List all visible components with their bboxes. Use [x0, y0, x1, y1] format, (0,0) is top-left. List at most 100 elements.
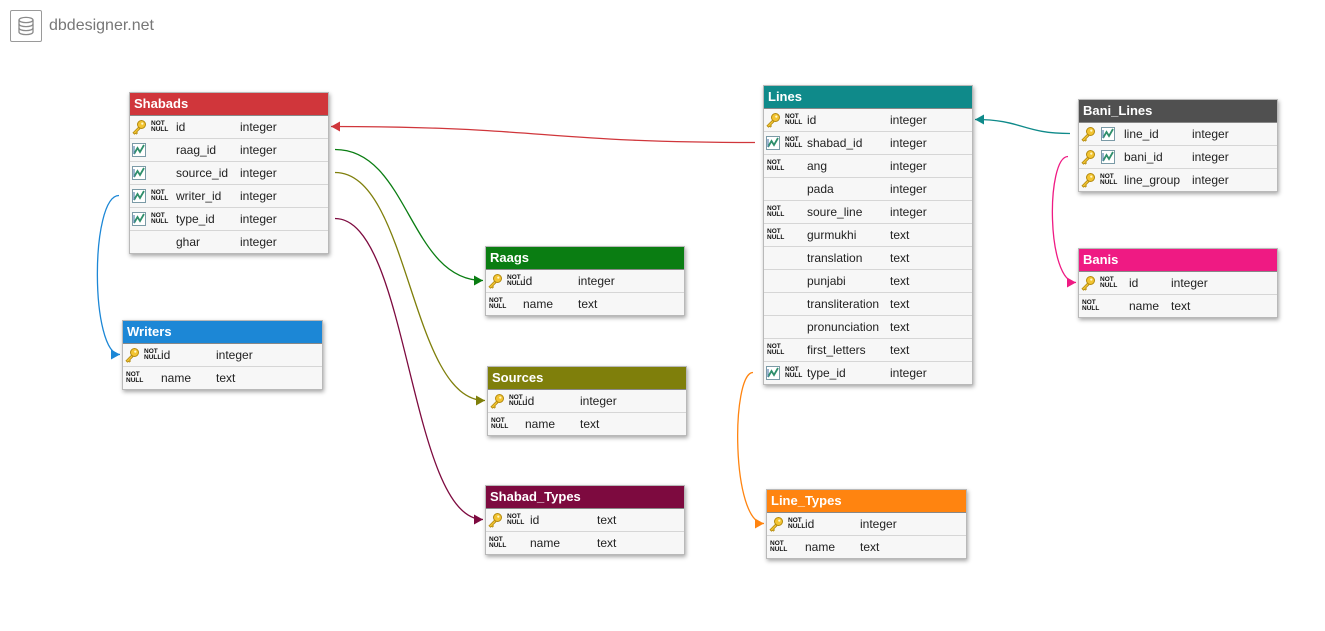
column-row-name[interactable]: NOT NULL name text: [488, 413, 686, 435]
column-type: text: [890, 320, 910, 334]
column-type: integer: [1192, 127, 1229, 141]
not-null-badge: NOT NULL: [151, 212, 169, 225]
not-null-bottom: NULL: [509, 400, 527, 407]
column-row-translation[interactable]: translation text: [764, 247, 972, 270]
relation-line-shabads-type-id: [334, 217, 484, 521]
table-header[interactable]: Writers: [123, 321, 322, 344]
not-null-bottom: NULL: [507, 519, 525, 526]
column-row-bani-id[interactable]: bani_id integer: [1079, 146, 1277, 169]
column-row-name[interactable]: NOT NULL name text: [767, 536, 966, 558]
connector-arrow: [1067, 277, 1076, 288]
not-null-badge: NOT NULL: [1100, 173, 1117, 186]
table-header[interactable]: Bani_Lines: [1079, 100, 1277, 123]
not-null-bottom: NULL: [785, 372, 803, 379]
column-type: text: [890, 228, 910, 242]
column-row-id[interactable]: NOT NULL id integer: [130, 116, 328, 139]
not-null-bottom: NULL: [491, 423, 509, 430]
table-header[interactable]: Shabads: [130, 93, 328, 116]
not-null-bottom: NULL: [507, 280, 525, 287]
primary-key-icon: [487, 273, 503, 292]
table-header[interactable]: Banis: [1079, 249, 1277, 272]
column-row-shabad-id[interactable]: NOT NULL shabad_id integer: [764, 132, 972, 155]
column-row-line-group[interactable]: NOT NULL line_group integer: [1079, 169, 1277, 191]
column-row-soure-line[interactable]: NOT NULL soure_line integer: [764, 201, 972, 224]
relation-line-shabads-source-id: [334, 171, 486, 402]
table-shabad-types[interactable]: Shabad_Types NOT NULL id text NOT NULL name text: [485, 485, 685, 555]
not-null-bottom: NULL: [1100, 282, 1118, 289]
brand-name: dbdesigner.net: [49, 17, 154, 34]
column-row-punjabi[interactable]: punjabi text: [764, 270, 972, 293]
table-shabads[interactable]: Shabads NOT NULL id integer raag_id integer sou…: [129, 92, 329, 254]
column-type: text: [860, 540, 880, 554]
column-row-name[interactable]: NOT NULL name text: [486, 293, 684, 315]
column-row-type-id[interactable]: NOT NULL type_id integer: [130, 208, 328, 231]
column-row-id[interactable]: NOT NULL id integer: [767, 513, 966, 536]
column-row-ghar[interactable]: ghar integer: [130, 231, 328, 253]
column-row-id[interactable]: NOT NULL id integer: [1079, 272, 1277, 295]
table-banis[interactable]: Banis NOT NULL id integer NOT NULL name text: [1078, 248, 1278, 318]
column-row-transliteration[interactable]: transliteration text: [764, 293, 972, 316]
column-row-ang[interactable]: NOT NULL ang integer: [764, 155, 972, 178]
column-type: integer: [240, 143, 277, 157]
column-type: text: [890, 274, 910, 288]
not-null-bottom: NULL: [489, 542, 507, 549]
table-bani-lines[interactable]: Bani_Lines line_id integer bani_id integer NO…: [1078, 99, 1278, 192]
table-line-types[interactable]: Line_Types NOT NULL id integer NOT NULL name tex…: [766, 489, 967, 559]
table-lines[interactable]: Lines NOT NULL id integer NOT NULL shabad_id int…: [763, 85, 973, 385]
column-type: integer: [890, 136, 927, 150]
table-header[interactable]: Shabad_Types: [486, 486, 684, 509]
column-name: name: [523, 297, 554, 311]
column-type: text: [890, 297, 910, 311]
not-null-bottom: NULL: [785, 119, 803, 126]
primary-key-icon: [1080, 275, 1096, 294]
column-type: integer: [240, 235, 277, 249]
column-name: raag_id: [176, 143, 217, 157]
table-header[interactable]: Sources: [488, 367, 686, 390]
column-type: text: [597, 513, 617, 527]
column-row-type-id[interactable]: NOT NULL type_id integer: [764, 362, 972, 384]
column-row-name[interactable]: NOT NULL name text: [1079, 295, 1277, 317]
not-null-badge: NOT NULL: [509, 394, 527, 407]
foreign-key-icon: [131, 165, 147, 184]
column-row-first-letters[interactable]: NOT NULL first_letters text: [764, 339, 972, 362]
relation-line-lines-shabad-id: [330, 125, 756, 144]
column-row-id[interactable]: NOT NULL id integer: [486, 270, 684, 293]
primary-key-icon: [131, 119, 147, 138]
column-row-writer-id[interactable]: NOT NULL writer_id integer: [130, 185, 328, 208]
column-name: id: [807, 113, 817, 127]
connector-arrow: [474, 275, 483, 286]
column-row-raag-id[interactable]: raag_id integer: [130, 139, 328, 162]
foreign-key-icon: [1100, 149, 1116, 168]
column-row-pada[interactable]: pada integer: [764, 178, 972, 201]
not-null-badge: NOT NULL: [785, 366, 803, 379]
table-header[interactable]: Line_Types: [767, 490, 966, 513]
column-type: text: [890, 343, 910, 357]
foreign-key-icon: [131, 211, 147, 230]
column-row-pronunciation[interactable]: pronunciation text: [764, 316, 972, 339]
column-row-name[interactable]: NOT NULL name text: [486, 532, 684, 554]
brand-logo[interactable]: dbdesigner.net: [10, 10, 154, 42]
table-header[interactable]: Raags: [486, 247, 684, 270]
column-type: text: [578, 297, 598, 311]
column-type: text: [890, 251, 910, 265]
column-row-gurmukhi[interactable]: NOT NULL gurmukhi text: [764, 224, 972, 247]
column-name: id: [161, 348, 171, 362]
table-sources[interactable]: Sources NOT NULL id integer NOT NULL name text: [487, 366, 687, 436]
column-row-name[interactable]: NOT NULL name text: [123, 367, 322, 389]
table-raags[interactable]: Raags NOT NULL id integer NOT NULL name text: [485, 246, 685, 316]
column-row-id[interactable]: NOT NULL id integer: [123, 344, 322, 367]
table-writers[interactable]: Writers NOT NULL id integer NOT NULL name text: [122, 320, 323, 390]
not-null-bottom: NULL: [151, 218, 169, 225]
column-type: integer: [240, 212, 277, 226]
table-header[interactable]: Lines: [764, 86, 972, 109]
not-null-bottom: NULL: [489, 303, 507, 310]
column-row-id[interactable]: NOT NULL id integer: [764, 109, 972, 132]
column-name: first_letters: [807, 343, 866, 357]
connector-arrow: [755, 518, 764, 529]
column-name: id: [530, 513, 540, 527]
column-row-id[interactable]: NOT NULL id integer: [488, 390, 686, 413]
column-row-source-id[interactable]: source_id integer: [130, 162, 328, 185]
column-row-line-id[interactable]: line_id integer: [1079, 123, 1277, 146]
column-name: line_group: [1124, 173, 1181, 187]
column-row-id[interactable]: NOT NULL id text: [486, 509, 684, 532]
